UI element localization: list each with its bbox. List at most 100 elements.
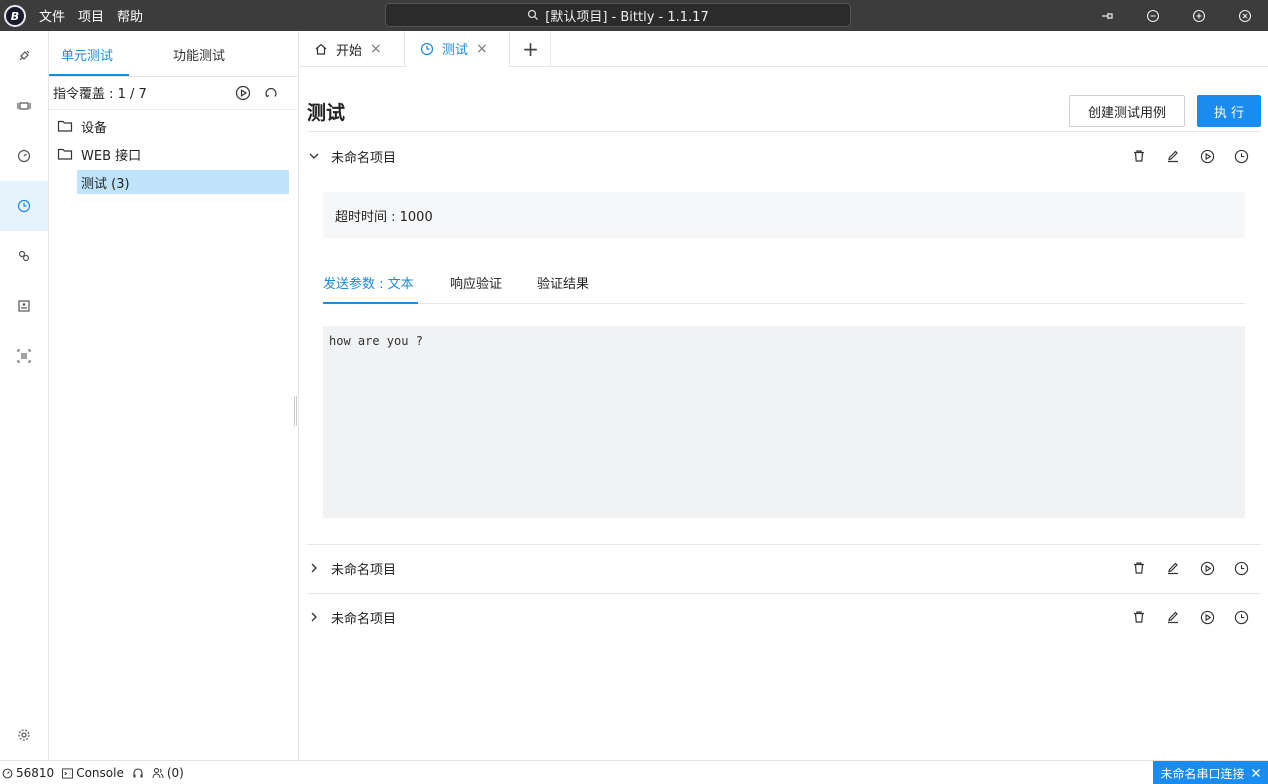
activity-settings[interactable] [0, 710, 48, 760]
users-status[interactable]: (0) [152, 766, 184, 780]
trash-icon[interactable] [1129, 558, 1149, 578]
search-icon [528, 9, 539, 20]
menu-project[interactable]: 项目 [78, 6, 104, 25]
test-case-header[interactable]: 未命名项目 [307, 605, 1261, 629]
command-search[interactable]: [默认项目] - Bittly - 1.1.17 [385, 3, 851, 27]
activity-list[interactable] [0, 331, 48, 381]
activity-link[interactable] [0, 231, 48, 281]
run-all-button[interactable] [235, 85, 251, 105]
tab-validation-result[interactable]: 验证结果 [537, 262, 589, 303]
tab-function-test[interactable]: 功能测试 [173, 31, 225, 77]
tab-send-params[interactable]: 发送参数 : 文本 [323, 262, 414, 303]
history-icon[interactable] [1231, 146, 1251, 166]
trash-icon[interactable] [1129, 607, 1149, 627]
page-title: 测试 [307, 102, 346, 124]
close-tab-icon[interactable]: × [370, 41, 382, 57]
plug-icon [19, 50, 30, 61]
activity-device[interactable] [0, 281, 48, 331]
tab-indicator [323, 302, 418, 304]
tree-label: WEB 接口 [81, 148, 142, 164]
home-icon [315, 43, 327, 55]
tab-indicator [49, 74, 129, 76]
test-case-name: 未命名项目 [331, 562, 397, 578]
console-button[interactable]: Console [62, 766, 124, 780]
audio-button[interactable] [132, 767, 144, 779]
refresh-button[interactable] [263, 85, 279, 105]
users-count: (0) [166, 766, 184, 780]
gauge-icon [2, 768, 13, 778]
play-circle-icon[interactable] [1197, 607, 1217, 627]
divider [307, 593, 1261, 594]
history-icon[interactable] [1231, 558, 1251, 578]
maximize-button[interactable] [1176, 0, 1222, 31]
play-circle-icon [235, 85, 251, 101]
play-circle-icon[interactable] [1197, 146, 1217, 166]
gauge-icon [17, 149, 31, 163]
divider [307, 131, 1261, 132]
case-detail-tabs: 发送参数 : 文本 响应验证 验证结果 [323, 262, 1245, 304]
minimize-button[interactable] [1130, 0, 1176, 31]
pin-button[interactable] [1084, 0, 1130, 31]
device-icon [18, 300, 30, 312]
terminal-icon [62, 767, 74, 779]
tree-folder-device[interactable]: 设备 [57, 114, 289, 138]
connection-status[interactable]: 未命名串口连接 [1153, 761, 1268, 784]
close-icon[interactable] [1251, 768, 1261, 778]
test-case-header[interactable]: 未命名项目 [307, 144, 1261, 168]
chevron-down-icon[interactable] [307, 150, 321, 162]
list-icon [17, 349, 31, 363]
payload-text: how are you ? [329, 334, 423, 348]
folder-icon [57, 120, 73, 132]
tab-label: 测试 [442, 43, 469, 58]
console-label: Console [76, 766, 124, 780]
tree-label: 设备 [81, 120, 108, 136]
menu-file[interactable]: 文件 [39, 6, 65, 25]
maximize-icon [1192, 9, 1206, 22]
sidebar-divider [49, 109, 299, 110]
status-bar: 56810 Console (0) 未命名串口连接 [0, 760, 1268, 784]
tab-unit-test[interactable]: 单元测试 [61, 31, 113, 77]
tab-label: 开始 [336, 43, 363, 59]
chevron-right-icon[interactable] [307, 562, 321, 574]
add-tab-button[interactable]: + [511, 31, 551, 67]
payload-editor[interactable]: how are you ? [323, 326, 1245, 518]
activity-bar [0, 31, 49, 760]
port-status[interactable]: 56810 [2, 766, 54, 780]
history-icon[interactable] [1231, 607, 1251, 627]
tab-response-validation[interactable]: 响应验证 [450, 262, 502, 303]
activity-panel[interactable] [0, 81, 48, 131]
chevron-right-icon[interactable] [307, 611, 321, 623]
port-number: 56810 [16, 766, 55, 780]
activity-connection[interactable] [0, 31, 48, 81]
timeout-text: 超时时间 : 1000 [335, 209, 433, 225]
refresh-icon [265, 87, 277, 98]
tree-item-test[interactable]: 测试 (3) [77, 170, 289, 194]
play-circle-icon[interactable] [1197, 558, 1217, 578]
tab-test[interactable]: 测试 × [406, 31, 510, 67]
panel-icon [17, 102, 31, 110]
test-case-header[interactable]: 未命名项目 [307, 556, 1261, 580]
folder-icon [57, 148, 73, 160]
test-case-name: 未命名项目 [331, 611, 397, 627]
edit-icon[interactable] [1163, 146, 1183, 166]
sidebar: 单元测试 功能测试 指令覆盖 : 1 / 7 设备 WEB 接口 测试 (3) [49, 31, 299, 760]
menu-help[interactable]: 帮助 [117, 6, 143, 25]
activity-monitor[interactable] [0, 131, 48, 181]
activity-test[interactable] [0, 181, 48, 231]
timeout-info: 超时时间 : 1000 [323, 192, 1245, 238]
close-tab-icon[interactable]: × [476, 41, 488, 57]
edit-icon[interactable] [1163, 558, 1183, 578]
sidebar-resize-handle[interactable] [294, 396, 297, 426]
users-icon [152, 768, 164, 779]
link-icon [18, 250, 30, 262]
editor-tabs: 开始 × 测试 × + [300, 31, 1268, 67]
plus-icon: + [522, 37, 539, 61]
close-window-button[interactable] [1222, 0, 1268, 31]
trash-icon[interactable] [1129, 146, 1149, 166]
edit-icon[interactable] [1163, 607, 1183, 627]
headphones-icon [133, 768, 143, 778]
tab-home[interactable]: 开始 × [300, 31, 405, 67]
create-test-case-button[interactable]: 创建测试用例 [1069, 95, 1185, 127]
tree-folder-web[interactable]: WEB 接口 [57, 142, 289, 166]
run-button[interactable]: 执 行 [1197, 95, 1261, 127]
